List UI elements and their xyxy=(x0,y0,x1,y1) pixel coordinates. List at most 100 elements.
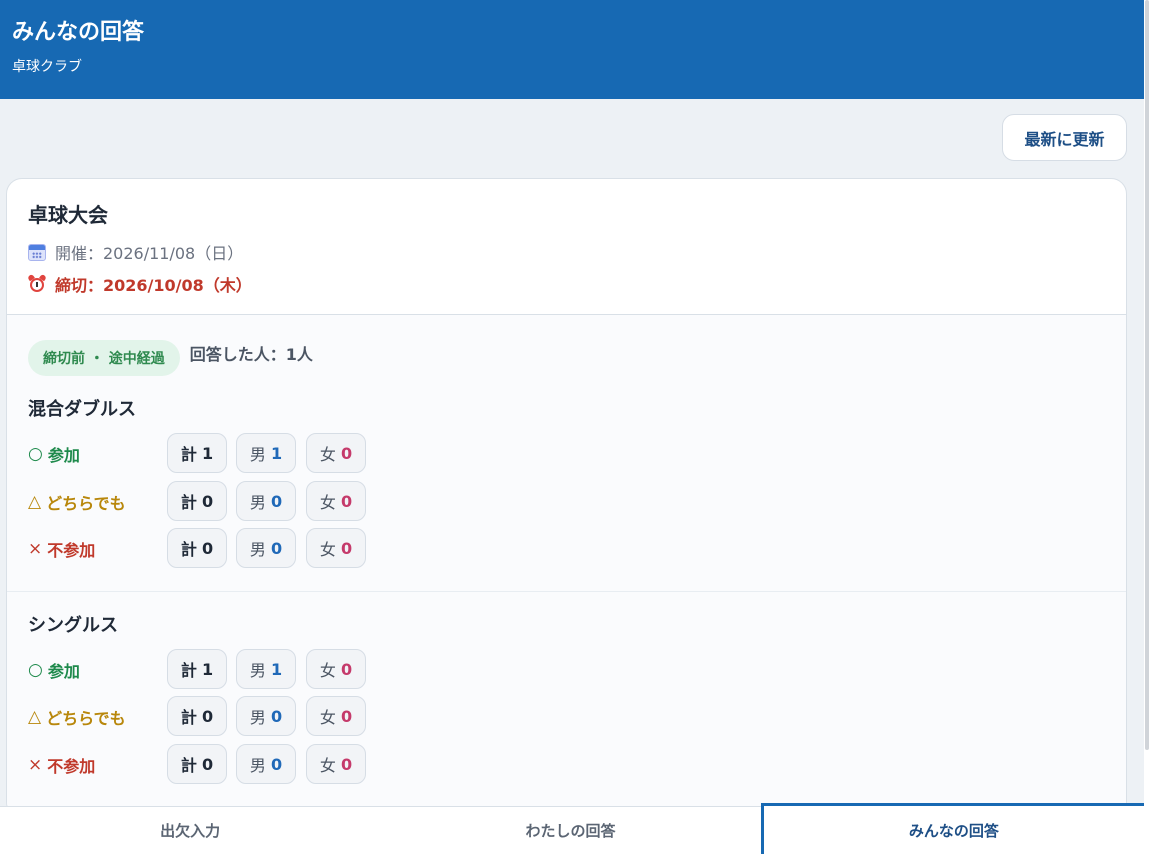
section-title: 混合ダブルス xyxy=(28,399,136,420)
total-value: 0 xyxy=(201,538,214,558)
total-label: 計 xyxy=(180,493,197,512)
male-count: 男1 xyxy=(236,649,296,689)
total-count: 計0 xyxy=(167,744,227,784)
female-value: 0 xyxy=(340,491,353,511)
total-count: 計0 xyxy=(167,481,227,521)
option-text: どちらでも xyxy=(46,494,126,513)
option-label: △ どちらでも xyxy=(28,490,126,514)
male-count: 男0 xyxy=(236,696,296,736)
male-value: 1 xyxy=(270,659,283,679)
male-count: 男0 xyxy=(236,481,296,521)
option-label: △ どちらでも xyxy=(28,705,126,729)
total-label: 計 xyxy=(180,661,197,680)
female-label: 女 xyxy=(319,493,336,512)
option-text: 不参加 xyxy=(47,541,96,560)
option-row-absent: × 不参加 計0 男0 女0 xyxy=(28,528,388,568)
option-row-maybe: △ どちらでも 計0 男0 女0 xyxy=(28,481,388,521)
event-title: 卓球大会 xyxy=(28,203,108,227)
scrollbar-thumb[interactable] xyxy=(1145,0,1149,750)
female-label: 女 xyxy=(319,445,336,464)
event-deadline: 締切：2026/10/08（木） xyxy=(27,272,1105,296)
male-label: 男 xyxy=(249,540,266,559)
option-text: 不参加 xyxy=(47,757,96,776)
circle-icon: ○ xyxy=(28,660,43,680)
male-count: 男0 xyxy=(236,744,296,784)
female-label: 女 xyxy=(319,756,336,775)
section-divider xyxy=(7,591,1126,592)
triangle-icon: △ xyxy=(28,707,42,727)
male-label: 男 xyxy=(249,756,266,775)
total-count: 計0 xyxy=(167,696,227,736)
total-label: 計 xyxy=(180,708,197,727)
male-value: 0 xyxy=(270,706,283,726)
total-value: 1 xyxy=(201,659,214,679)
female-count: 女0 xyxy=(306,481,366,521)
male-value: 0 xyxy=(270,754,283,774)
male-label: 男 xyxy=(249,708,266,727)
option-row-maybe: △ どちらでも 計0 男0 女0 xyxy=(28,696,388,736)
male-count: 男0 xyxy=(236,528,296,568)
female-label: 女 xyxy=(319,540,336,559)
female-value: 0 xyxy=(340,538,353,558)
option-text: 参加 xyxy=(47,446,80,465)
page-title: みんなの回答 xyxy=(12,20,145,45)
status-row: 締切前 ・ 途中経過 回答した人：1人 xyxy=(28,340,313,376)
option-label: × 不参加 xyxy=(28,753,95,777)
event-date: 開催：2026/11/08（日） xyxy=(28,240,1105,264)
total-count: 計0 xyxy=(167,528,227,568)
status-badge: 締切前 ・ 途中経過 xyxy=(28,340,180,376)
total-value: 0 xyxy=(201,491,214,511)
total-label: 計 xyxy=(180,756,197,775)
tab-attendance-input[interactable]: 出欠入力 xyxy=(0,807,380,854)
male-value: 0 xyxy=(270,538,283,558)
total-count: 計1 xyxy=(167,433,227,473)
event-header: 卓球大会 開催：2026/11/08（日） 締切：2026/10/08（木） xyxy=(7,179,1126,315)
club-name: 卓球クラブ xyxy=(12,59,82,75)
app-header: みんなの回答 卓球クラブ xyxy=(0,0,1144,99)
total-label: 計 xyxy=(180,540,197,559)
female-count: 女0 xyxy=(306,744,366,784)
total-label: 計 xyxy=(180,445,197,464)
scrollbar[interactable] xyxy=(1144,0,1150,854)
female-count: 女0 xyxy=(306,433,366,473)
section-title: シングルス xyxy=(28,615,118,636)
refresh-button[interactable]: 最新に更新 xyxy=(1002,114,1127,161)
option-row-attend: ○ 参加 計1 男1 女0 xyxy=(28,649,388,689)
event-card: 卓球大会 開催：2026/11/08（日） 締切：2026/10/08（木） 締… xyxy=(6,178,1127,818)
option-row-attend: ○ 参加 計1 男1 女0 xyxy=(28,433,388,473)
cross-icon: × xyxy=(28,539,43,559)
alarm-clock-icon xyxy=(27,273,47,293)
female-count: 女0 xyxy=(306,649,366,689)
cross-icon: × xyxy=(28,755,43,775)
event-deadline-text: 締切：2026/10/08（木） xyxy=(55,276,252,295)
male-value: 1 xyxy=(270,443,283,463)
female-label: 女 xyxy=(319,661,336,680)
triangle-icon: △ xyxy=(28,492,42,512)
male-label: 男 xyxy=(249,493,266,512)
option-label: × 不参加 xyxy=(28,537,95,561)
respondent-count: 回答した人：1人 xyxy=(189,345,313,364)
tab-my-answers[interactable]: わたしの回答 xyxy=(380,807,760,854)
female-label: 女 xyxy=(319,708,336,727)
female-value: 0 xyxy=(340,706,353,726)
total-value: 0 xyxy=(201,754,214,774)
total-value: 1 xyxy=(201,443,214,463)
tab-everyone-answers[interactable]: みんなの回答 xyxy=(760,803,1144,854)
male-value: 0 xyxy=(270,491,283,511)
female-count: 女0 xyxy=(306,696,366,736)
male-count: 男1 xyxy=(236,433,296,473)
calendar-icon xyxy=(28,243,46,261)
option-label: ○ 参加 xyxy=(28,442,80,466)
total-value: 0 xyxy=(201,706,214,726)
female-value: 0 xyxy=(340,754,353,774)
total-count: 計1 xyxy=(167,649,227,689)
option-row-absent: × 不参加 計0 男0 女0 xyxy=(28,744,388,784)
male-label: 男 xyxy=(249,445,266,464)
male-label: 男 xyxy=(249,661,266,680)
bottom-tab-bar: 出欠入力 わたしの回答 みんなの回答 xyxy=(0,803,1144,854)
event-date-text: 開催：2026/11/08（日） xyxy=(55,244,244,263)
female-value: 0 xyxy=(340,443,353,463)
option-label: ○ 参加 xyxy=(28,658,80,682)
option-text: どちらでも xyxy=(46,709,126,728)
female-value: 0 xyxy=(340,659,353,679)
